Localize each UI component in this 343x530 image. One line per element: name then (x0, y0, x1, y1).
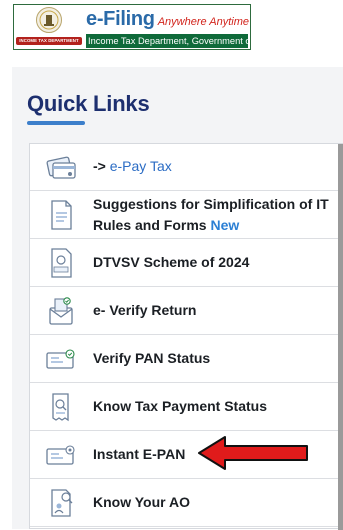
quick-link-epay-tax[interactable]: -> e-Pay Tax (30, 144, 339, 191)
new-badge: New (210, 217, 240, 233)
brand-tagline: Anywhere Anytime (157, 16, 250, 28)
epan-card-icon (44, 438, 78, 472)
epay-tax-link[interactable]: e-Pay Tax (110, 158, 172, 174)
receipt-search-icon (44, 390, 78, 424)
epay-tax-icon (44, 150, 78, 184)
quick-link-dtvsv[interactable]: DTVSV Scheme of 2024 (30, 239, 339, 287)
quick-link-label: Verify PAN Status (93, 350, 211, 366)
income-tax-emblem-icon: INCOME TAX DEPARTMENT (16, 7, 82, 47)
quick-link-label: Know Tax Payment Status (93, 398, 268, 414)
quick-links-title: Quick Links (27, 91, 150, 116)
document-form-icon (44, 198, 78, 232)
quick-link-verify-pan[interactable]: Verify PAN Status (30, 335, 339, 383)
brand-main: e-Filing (86, 8, 155, 30)
quick-link-know-your-ao[interactable]: Know Your AO (30, 479, 339, 527)
brand-title: e-Filing Anywhere Anytime (86, 8, 249, 31)
quick-link-everify-return[interactable]: e- Verify Return (30, 287, 339, 335)
quick-link-label: -> e-Pay Tax (93, 158, 172, 174)
brand-subtitle: Income Tax Department, Government of Ind… (86, 34, 248, 48)
quick-link-label: Suggestions for Simplification of IT Rul… (93, 196, 329, 233)
quick-link-suggestions[interactable]: Suggestions for Simplification of IT Rul… (30, 191, 339, 239)
quick-link-label: Know Your AO (93, 494, 190, 510)
efiling-logo[interactable]: INCOME TAX DEPARTMENT e-Filing Anywhere A… (13, 4, 251, 50)
red-pointer-arrow-icon (198, 436, 308, 470)
quick-link-label: e- Verify Return (93, 302, 197, 318)
pan-card-check-icon (44, 342, 78, 376)
quick-link-tax-payment-status[interactable]: Know Tax Payment Status (30, 383, 339, 431)
list-scrollbar[interactable] (338, 144, 343, 530)
dtvsv-document-icon (44, 246, 78, 280)
document-search-icon (44, 486, 78, 520)
quick-link-label: DTVSV Scheme of 2024 (93, 254, 250, 270)
verify-envelope-icon (44, 294, 78, 328)
title-underline (27, 121, 85, 125)
